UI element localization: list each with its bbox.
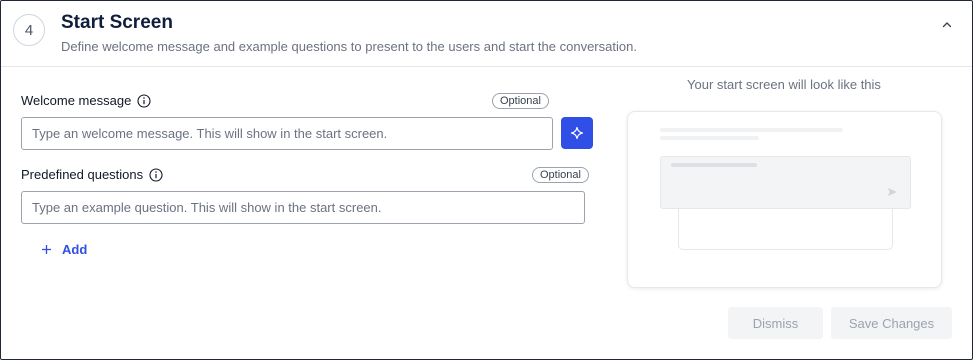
send-icon [888,188,897,196]
predefined-questions-label: Predefined questions [21,167,144,182]
chevron-up-icon [942,22,952,28]
add-question-label: Add [62,241,88,257]
welcome-message-input[interactable] [21,117,553,150]
welcome-message-label: Welcome message [21,93,132,108]
section-title: Start Screen [61,12,173,33]
preview-skeleton-line [671,163,757,167]
step-number-badge: 4 [13,14,45,46]
predefined-question-input[interactable] [21,191,585,224]
collapse-button[interactable] [937,15,957,35]
preview-input-box [660,156,911,209]
generate-welcome-button[interactable] [561,117,593,149]
info-icon[interactable] [149,167,163,182]
dismiss-button[interactable]: Dismiss [728,307,823,339]
preview-message-area [678,208,893,250]
header-divider [1,66,972,67]
preview-skeleton-line [660,128,843,132]
sparkle-icon [570,126,584,140]
plus-icon [42,244,51,254]
preview-caption: Your start screen will look like this [687,77,881,92]
predefined-questions-label-row: Predefined questions [21,167,163,182]
add-question-button[interactable]: Add [41,239,87,259]
step-number: 4 [24,21,34,39]
optional-badge: Optional [492,93,549,109]
section-subtitle: Define welcome message and example quest… [61,39,637,54]
save-changes-button[interactable]: Save Changes [831,307,952,339]
start-screen-panel: 4 Start Screen Define welcome message an… [0,0,973,360]
preview-skeleton-line [660,136,759,140]
optional-badge: Optional [532,167,589,183]
info-icon[interactable] [137,93,151,108]
start-screen-preview [627,111,942,288]
welcome-message-label-row: Welcome message [21,93,151,108]
